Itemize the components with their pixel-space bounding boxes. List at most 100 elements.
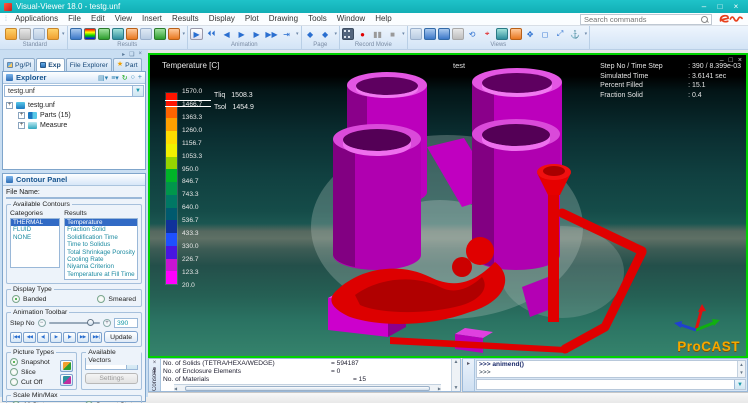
- console-close-icon[interactable]: ×: [153, 360, 157, 366]
- forward-button[interactable]: ▶▶: [77, 332, 89, 343]
- expand-more-icon[interactable]: +: [138, 74, 142, 81]
- combo-dropdown-icon[interactable]: ▼: [132, 86, 143, 96]
- results-list[interactable]: Temperature Fraction Solid Solidificatio…: [64, 218, 138, 280]
- menu-edit[interactable]: Edit: [86, 13, 110, 25]
- menu-file[interactable]: File: [63, 13, 86, 25]
- result-time-to-solidus[interactable]: Time to Solidus: [65, 241, 137, 248]
- first-step-button[interactable]: |◀◀: [10, 332, 22, 343]
- sort-icon[interactable]: ≡▾: [111, 74, 119, 82]
- load-results-icon[interactable]: [70, 28, 82, 40]
- slice-radio[interactable]: Slice: [10, 368, 60, 376]
- step-slider[interactable]: [49, 322, 100, 324]
- tree-item-parts[interactable]: Parts (15): [6, 110, 145, 120]
- search-icon[interactable]: [700, 15, 709, 24]
- result-settings-icon[interactable]: [168, 28, 180, 40]
- refresh-icon[interactable]: ↻: [122, 74, 128, 82]
- pause-icon[interactable]: ▮▮: [371, 28, 384, 40]
- prev-page-icon[interactable]: ◆: [304, 28, 317, 40]
- command-dropdown-icon[interactable]: ▼: [734, 380, 745, 389]
- snapshot-radio[interactable]: Snapshot: [10, 358, 60, 366]
- animation-overflow-icon[interactable]: ▾: [296, 31, 299, 37]
- animation-setup-icon[interactable]: ▶: [190, 28, 203, 40]
- top-view-icon[interactable]: [452, 28, 464, 40]
- cutoff-settings-icon[interactable]: [60, 374, 73, 386]
- result-temp-fill-time[interactable]: Temperature at Fill Time: [65, 271, 137, 278]
- record-icon[interactable]: ●: [356, 28, 369, 40]
- first-frame-icon[interactable]: ⏴⏴: [205, 28, 218, 40]
- maximize-button[interactable]: □: [712, 0, 728, 13]
- command-scroll-icons[interactable]: ▲▼: [737, 361, 745, 377]
- panel-close-icon[interactable]: ×: [138, 51, 142, 57]
- settings-button[interactable]: Settings: [85, 373, 138, 384]
- expander-icon[interactable]: [18, 122, 25, 129]
- command-expand-icon[interactable]: ▸: [467, 360, 470, 367]
- result-temperature[interactable]: Temperature: [65, 219, 137, 226]
- search-box[interactable]: [580, 14, 712, 25]
- minimize-button[interactable]: –: [696, 0, 712, 13]
- menu-window[interactable]: Window: [332, 13, 370, 25]
- slice-settings-icon[interactable]: [60, 360, 73, 372]
- step-increment-icon[interactable]: +: [103, 319, 111, 327]
- next-frame-icon[interactable]: ▶: [250, 28, 263, 40]
- category-fluid[interactable]: FLUID: [11, 226, 59, 233]
- console-hscrollbar[interactable]: ◀▶: [174, 384, 441, 391]
- console-output[interactable]: No. of Solids (TETRA/HEXA/WEDGE)= 594187…: [161, 359, 451, 391]
- copy-icon[interactable]: [33, 28, 45, 40]
- menu-plot[interactable]: Plot: [240, 13, 264, 25]
- rotate-view-icon[interactable]: ⟲: [466, 28, 479, 40]
- expander-icon[interactable]: [6, 102, 13, 109]
- category-none[interactable]: NONE: [11, 234, 59, 241]
- command-input[interactable]: ▼: [476, 379, 746, 390]
- next-page-icon[interactable]: ◆: [319, 28, 332, 40]
- contour-icon[interactable]: [84, 28, 96, 40]
- prev-frame-icon[interactable]: ◀: [220, 28, 233, 40]
- casting-model[interactable]: [150, 55, 748, 358]
- viewport-3d[interactable]: Temperature [C] test – □ × 1570.01466.7 …: [148, 53, 748, 358]
- result-fraction-solid[interactable]: Fraction Solid: [65, 226, 137, 233]
- panel-float-icon[interactable]: ▸: [122, 51, 125, 58]
- iso-view-icon[interactable]: [410, 28, 422, 40]
- command-history[interactable]: >>> animend() >>> ▲▼: [476, 360, 746, 378]
- page-overflow-icon[interactable]: ▾: [335, 31, 338, 37]
- standard-overflow-icon[interactable]: ▾: [62, 31, 65, 37]
- front-view-icon[interactable]: [424, 28, 436, 40]
- menu-applications[interactable]: Applications: [10, 13, 63, 25]
- stop-icon[interactable]: ■: [386, 28, 399, 40]
- rewind-button[interactable]: ◀◀: [23, 332, 35, 343]
- pan-view-icon[interactable]: [496, 28, 508, 40]
- expander-icon[interactable]: [18, 112, 25, 119]
- step-decrement-icon[interactable]: −: [38, 319, 46, 327]
- step-value-box[interactable]: 390: [114, 318, 138, 328]
- tab-file-explorer[interactable]: File Explorer: [66, 58, 112, 71]
- vector-plot-icon[interactable]: [98, 28, 110, 40]
- fit-view-icon[interactable]: ⤢: [554, 28, 567, 40]
- last-step-button[interactable]: ▶▶|: [90, 332, 102, 343]
- cut-icon[interactable]: [19, 28, 31, 40]
- console-vscrollbar[interactable]: ▲▼: [451, 359, 460, 391]
- category-thermal[interactable]: THERMAL: [11, 219, 59, 226]
- paste-icon[interactable]: [47, 28, 59, 40]
- center-view-icon[interactable]: ✥: [524, 28, 537, 40]
- cut-plane-icon[interactable]: [126, 28, 138, 40]
- result-niyama[interactable]: Niyama Criterion: [65, 263, 137, 270]
- probe-icon[interactable]: [154, 28, 166, 40]
- result-cooling-rate[interactable]: Cooling Rate: [65, 256, 137, 263]
- tab-exp[interactable]: Exp: [36, 58, 64, 71]
- spin-view-icon[interactable]: [510, 28, 522, 40]
- movie-icon[interactable]: [342, 28, 354, 40]
- tree-view-icon[interactable]: ▤▾: [98, 74, 108, 82]
- step-back-button[interactable]: ◀|: [37, 332, 49, 343]
- tab-pgpl[interactable]: Pg/Pl: [3, 58, 35, 71]
- report-icon[interactable]: [140, 28, 152, 40]
- menu-display[interactable]: Display: [204, 13, 240, 25]
- slider-thumb[interactable]: [87, 319, 94, 326]
- views-overflow-icon[interactable]: ▾: [585, 31, 588, 37]
- menu-insert[interactable]: Insert: [137, 13, 167, 25]
- result-shrinkage-porosity[interactable]: Total Shrinkage Porosity: [65, 249, 137, 256]
- filter-icon[interactable]: ○: [131, 74, 135, 81]
- smeared-radio[interactable]: Smeared: [97, 295, 136, 303]
- menu-view[interactable]: View: [110, 13, 137, 25]
- tree-item-measure[interactable]: Measure: [6, 120, 145, 130]
- search-input[interactable]: [581, 15, 700, 24]
- anchor-view-icon[interactable]: ⚓: [569, 28, 582, 40]
